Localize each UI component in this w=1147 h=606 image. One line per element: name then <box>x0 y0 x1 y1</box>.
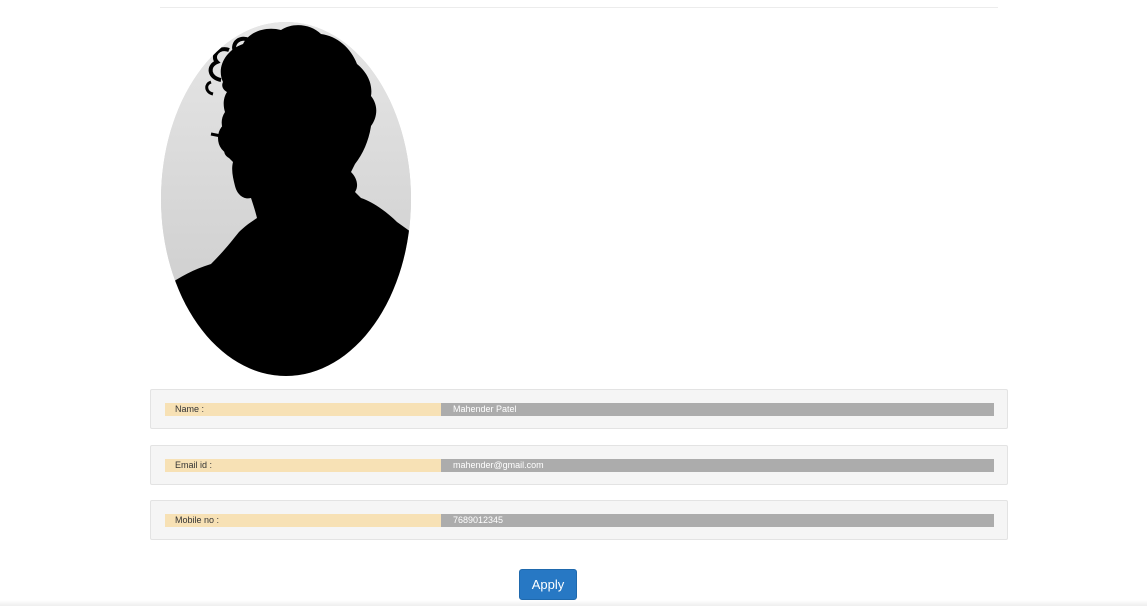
apply-button[interactable]: Apply <box>519 569 577 600</box>
mobile-field-row: Mobile no : 7689012345 <box>150 500 1008 540</box>
mobile-label: Mobile no : <box>165 514 441 527</box>
profile-page: Name : Mahender Patel Email id : mahende… <box>0 0 1147 606</box>
bottom-edge-shadow <box>0 600 1147 606</box>
mobile-value: 7689012345 <box>441 514 994 527</box>
name-value: Mahender Patel <box>441 403 994 416</box>
email-value: mahender@gmail.com <box>441 459 994 472</box>
name-label: Name : <box>165 403 441 416</box>
top-divider <box>160 7 998 8</box>
email-field-row: Email id : mahender@gmail.com <box>150 445 1008 485</box>
profile-avatar <box>161 22 411 376</box>
name-field-row: Name : Mahender Patel <box>150 389 1008 429</box>
email-label: Email id : <box>165 459 441 472</box>
